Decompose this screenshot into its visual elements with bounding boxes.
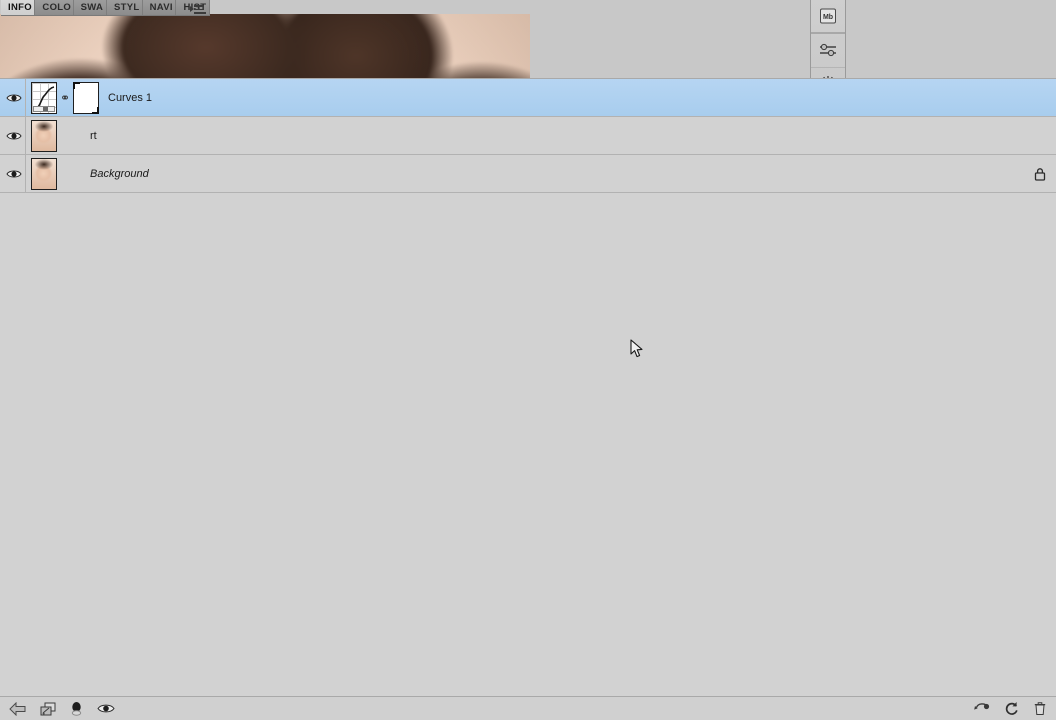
clip-to-layer-icon[interactable] (40, 702, 56, 716)
eye-icon[interactable] (5, 130, 22, 142)
layer-visibility-toggle[interactable] (2, 117, 26, 154)
tab-swatches[interactable]: SWA (74, 0, 107, 15)
return-to-adjustment-list-icon[interactable] (9, 701, 26, 716)
layer-locked-icon (1034, 167, 1046, 181)
eye-icon[interactable] (5, 92, 22, 104)
layer-list[interactable]: ⚭ Curves 1 rt Background (0, 78, 1056, 696)
adjustments-panel-footer (0, 696, 1056, 720)
layer-visibility-toggle[interactable] (2, 155, 26, 192)
layer-name[interactable]: Curves 1 (99, 92, 1056, 104)
preview-eye-icon[interactable] (97, 702, 115, 715)
info-panel-tabbar[interactable]: INFO COLO SWA STYL NAVI HIST (1, 0, 210, 16)
toggle-layer-visibility-icon[interactable] (70, 701, 83, 716)
tab-navigator[interactable]: NAVI (143, 0, 177, 15)
table-row[interactable]: rt (0, 117, 1056, 155)
reset-to-previous-icon[interactable] (973, 702, 990, 716)
mouse-cursor-icon (630, 339, 643, 358)
layer-name[interactable]: Background (57, 168, 1034, 180)
table-row[interactable]: Background (0, 155, 1056, 193)
tab-info[interactable]: INFO (1, 0, 36, 15)
layer-visibility-toggle[interactable] (2, 79, 26, 116)
mini-bridge-icon[interactable]: Mb (811, 0, 845, 34)
adjustment-layer-thumbnail[interactable] (31, 81, 57, 114)
eye-icon[interactable] (5, 168, 22, 180)
tab-color[interactable]: COLO (35, 0, 74, 15)
delete-adjustment-icon[interactable] (1033, 701, 1047, 716)
layer-mask-thumbnail[interactable] (73, 81, 99, 114)
layers-panel[interactable]: LAYERS CHAN PATH ACTIO HISTO Luminosity … (0, 78, 1056, 720)
svg-text:Mb: Mb (823, 14, 833, 21)
info-panel-menu-icon[interactable] (190, 3, 206, 15)
photoshop-window: Mb INFO COLO SWA STYL NAVI HIST ⚭ Curves… (0, 0, 1056, 720)
adjustments-icon[interactable] (811, 34, 845, 68)
layer-mask-link-icon[interactable]: ⚭ (60, 91, 70, 105)
table-row[interactable]: ⚭ Curves 1 (0, 79, 1056, 117)
reset-adjustment-icon[interactable] (1004, 701, 1019, 716)
layer-thumbnail[interactable] (31, 119, 57, 152)
layer-thumbnail[interactable] (31, 157, 57, 190)
tab-styles[interactable]: STYL (107, 0, 143, 15)
layer-name[interactable]: rt (57, 130, 1056, 142)
